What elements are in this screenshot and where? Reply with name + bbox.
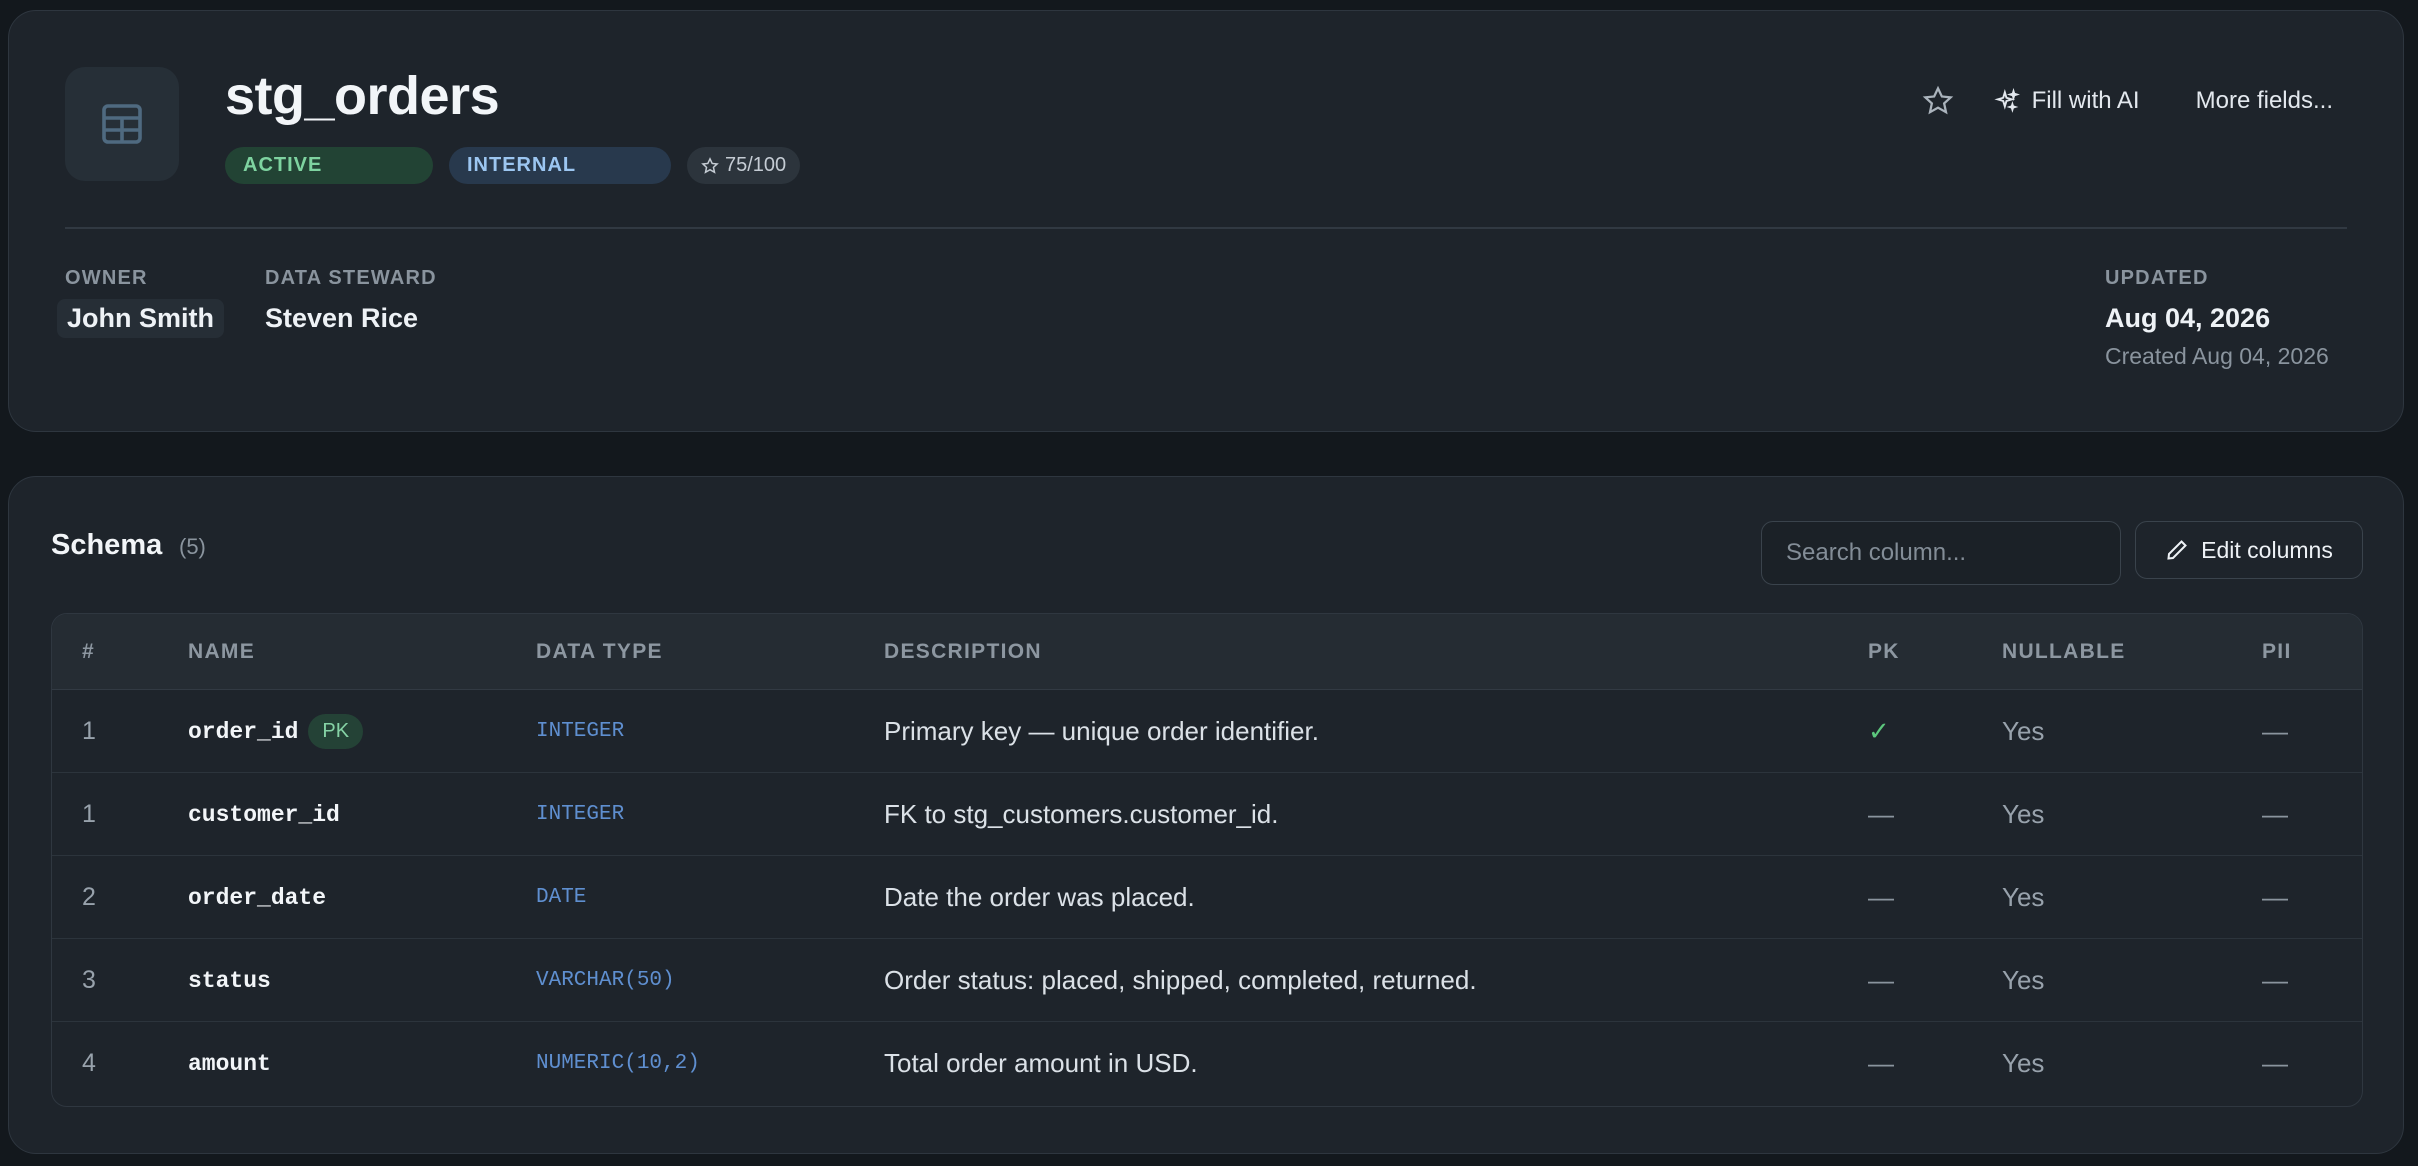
column-name: order_id PK — [188, 690, 364, 773]
header-data-type[interactable]: DATA TYPE — [536, 640, 663, 664]
column-type: INTEGER — [536, 803, 625, 826]
pencil-icon — [2167, 540, 2188, 560]
column-nullable: Yes — [2002, 965, 2045, 995]
header-description[interactable]: DESCRIPTION — [884, 640, 1042, 664]
more-fields-label: More fields... — [2195, 87, 2333, 114]
column-pk: — — [1868, 882, 1894, 912]
column-nullable: Yes — [2002, 716, 2045, 746]
column-pii: — — [2262, 882, 2288, 912]
pk-pill: PK — [308, 714, 364, 749]
row-number: 3 — [82, 966, 96, 994]
header-nullable[interactable]: NULLABLE — [2002, 640, 2126, 664]
header-num: # — [82, 640, 95, 663]
column-name: status — [188, 967, 271, 994]
search-column-input[interactable] — [1761, 521, 2121, 585]
column-type: NUMERIC(10,2) — [536, 1052, 700, 1075]
column-pii: — — [2262, 1048, 2288, 1078]
column-pk: — — [1868, 965, 1894, 995]
pk-check-icon: ✓ — [1868, 716, 1890, 746]
schema-card: Schema (5) Edit columns # NAME DATA TYPE… — [8, 476, 2404, 1154]
table-row[interactable]: 2 order_date DATE Date the order was pla… — [52, 856, 2362, 939]
schema-column-count: (5) — [179, 534, 206, 559]
column-pii: — — [2262, 799, 2288, 829]
updated-date: Aug 04, 2026 — [2105, 303, 2271, 333]
fill-with-ai-label: Fill with AI — [2031, 87, 2140, 114]
header-name[interactable]: NAME — [188, 640, 255, 664]
edit-columns-button[interactable]: Edit columns — [2135, 521, 2363, 579]
column-nullable: Yes — [2002, 799, 2045, 829]
star-icon — [1922, 85, 1953, 115]
sparkles-icon — [1993, 88, 2020, 113]
table-row[interactable]: 4 amount NUMERIC(10,2) Total order amoun… — [52, 1022, 2362, 1105]
column-description: Primary key — unique order identifier. — [884, 716, 1319, 746]
header-pii[interactable]: PII — [2262, 640, 2292, 664]
column-description: Date the order was placed. — [884, 882, 1195, 912]
asset-title: stg_orders — [225, 66, 500, 126]
star-outline-icon — [701, 156, 719, 174]
owner-name: John Smith — [67, 303, 214, 333]
owner-chip[interactable]: John Smith — [57, 299, 224, 338]
classification-badge: INTERNAL — [449, 147, 671, 184]
schema-title: Schema — [51, 529, 163, 561]
edit-columns-label: Edit columns — [2201, 536, 2333, 563]
quality-score-value: 75/100 — [725, 154, 787, 176]
row-number: 4 — [82, 1049, 96, 1077]
column-pk: — — [1868, 1048, 1894, 1078]
favorite-button[interactable] — [1918, 81, 1958, 121]
column-description: Total order amount in USD. — [884, 1048, 1198, 1078]
updated-label: UPDATED — [2105, 267, 2209, 289]
column-name: amount — [188, 1050, 271, 1077]
column-pii: — — [2262, 965, 2288, 995]
steward-label: DATA STEWARD — [265, 267, 437, 289]
table-row[interactable]: 1 customer_id INTEGER FK to stg_customer… — [52, 773, 2362, 856]
owner-label: OWNER — [65, 267, 148, 289]
row-number: 2 — [82, 883, 96, 911]
header-divider — [65, 227, 2347, 229]
column-type: VARCHAR(50) — [536, 969, 675, 992]
column-pii: — — [2262, 716, 2288, 746]
table-row[interactable]: 1 order_id PK INTEGER Primary key — uniq… — [52, 690, 2362, 773]
asset-header-card: stg_orders ACTIVE INTERNAL 75/100 Fill w… — [8, 10, 2404, 432]
status-badge: ACTIVE — [225, 147, 433, 184]
column-name-text: order_id — [188, 718, 299, 745]
column-name: customer_id — [188, 801, 340, 828]
column-type: DATE — [536, 886, 587, 909]
column-description: FK to stg_customers.customer_id. — [884, 799, 1279, 829]
column-type: INTEGER — [536, 720, 625, 743]
row-number: 1 — [82, 800, 96, 828]
table-row[interactable]: 3 status VARCHAR(50) Order status: place… — [52, 939, 2362, 1022]
column-pk: — — [1868, 799, 1894, 829]
column-nullable: Yes — [2002, 882, 2045, 912]
column-nullable: Yes — [2002, 1048, 2045, 1078]
column-description: Order status: placed, shipped, completed… — [884, 965, 1477, 995]
created-date: Created Aug 04, 2026 — [2105, 343, 2329, 369]
more-fields-button[interactable]: More fields... — [2196, 87, 2333, 115]
row-number: 1 — [82, 717, 96, 745]
table-header: # NAME DATA TYPE DESCRIPTION PK NULLABLE… — [52, 614, 2362, 690]
header-actions: Fill with AI More fields... — [1918, 81, 2333, 121]
steward-name: Steven Rice — [265, 303, 419, 333]
column-name: order_date — [188, 884, 327, 911]
badge-row: ACTIVE INTERNAL 75/100 — [225, 147, 801, 184]
header-pk[interactable]: PK — [1868, 640, 1900, 664]
quality-score-badge: 75/100 — [687, 147, 801, 184]
schema-table: # NAME DATA TYPE DESCRIPTION PK NULLABLE… — [51, 613, 2363, 1107]
table-icon — [65, 67, 179, 181]
fill-with-ai-button[interactable]: Fill with AI — [1993, 87, 2140, 115]
